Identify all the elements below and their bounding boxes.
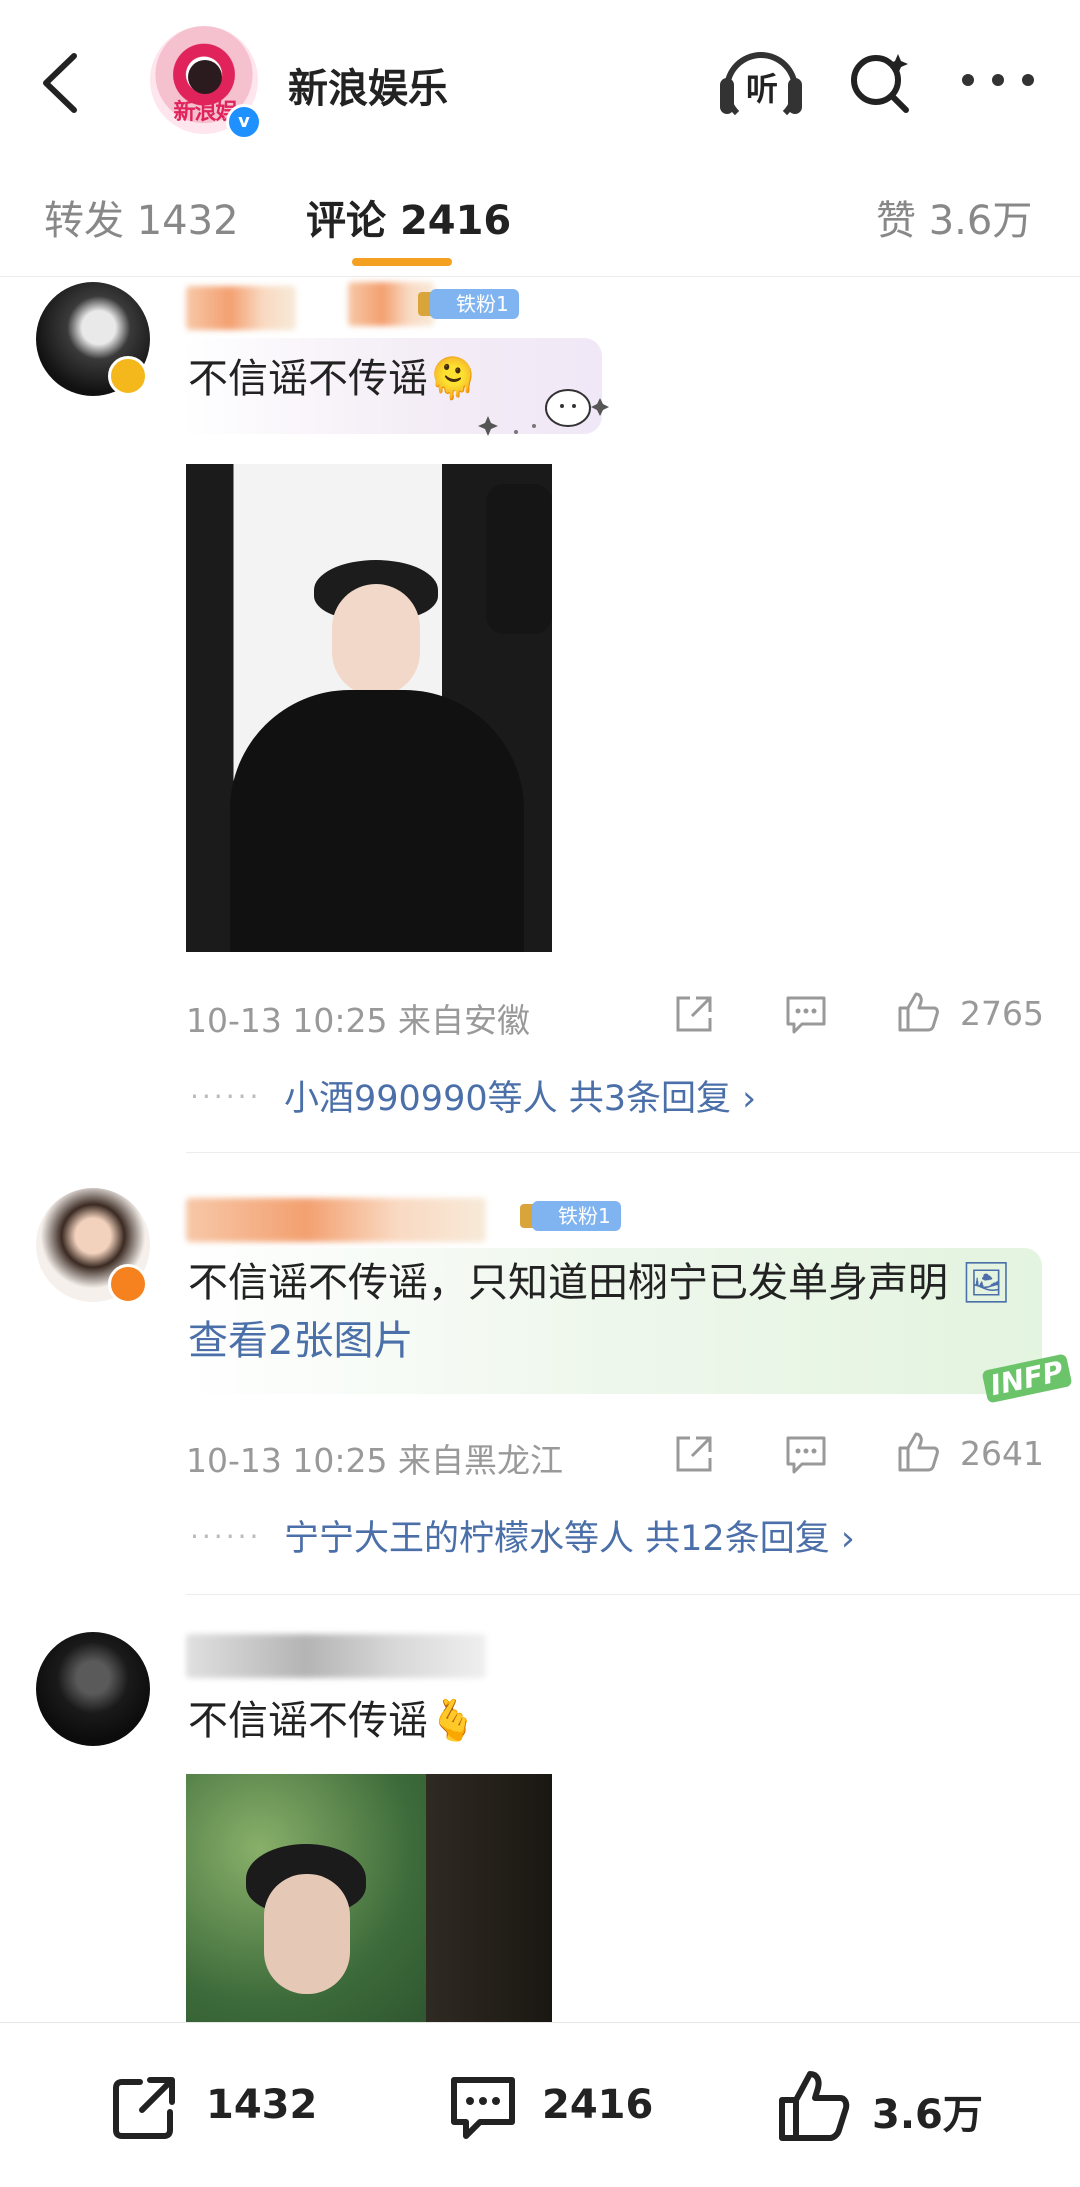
reply-count: 共3条回复 <box>568 1079 732 1119</box>
tab-repost-count: 1432 <box>136 198 239 244</box>
chevron-right-icon: › <box>742 1079 757 1119</box>
listen-label: 听 <box>745 70 778 108</box>
tab-comment-count: 2416 <box>399 198 512 244</box>
tree-trunk <box>426 1774 552 2022</box>
share-icon[interactable] <box>672 992 716 1036</box>
account-name[interactable]: 新浪娱乐 <box>288 56 448 114</box>
share-icon <box>113 2077 175 2139</box>
comment-icon[interactable] <box>784 992 828 1036</box>
chevron-right-icon: › <box>840 1519 855 1559</box>
camera-rig <box>486 484 552 634</box>
more-dot <box>1022 74 1034 86</box>
divider <box>186 1152 1080 1153</box>
avatar-eye <box>188 60 222 94</box>
person-face <box>332 584 420 696</box>
comment-text: 不信谣不传谣，只知道田栩宁已发单身声明 <box>188 1260 948 1306</box>
comment-count: 2416 <box>542 2082 654 2128</box>
tab-repost-label: 转发 <box>44 198 124 244</box>
comment-text: 不信谣不传谣🫰 <box>188 1698 478 1744</box>
tab-repost[interactable]: 转发 1432 <box>44 188 239 246</box>
view-images-label: 查看2张图片 <box>188 1318 414 1364</box>
repost-button[interactable]: 1432 <box>110 2072 330 2142</box>
comment-body: 不信谣不传谣，只知道田栩宁已发单身声明 🖼 查看2张图片 <box>188 1254 1018 1370</box>
comment-location: 来自安徽 <box>397 1001 530 1040</box>
back-icon[interactable] <box>38 50 84 116</box>
comment-time: 10-13 10:25 <box>186 1441 388 1480</box>
more-dot <box>992 74 1004 86</box>
like-count: 3.6万 <box>872 2092 983 2138</box>
like-count: 2765 <box>960 994 1044 1033</box>
verified-icon <box>108 356 148 396</box>
fan-badge[interactable]: 铁粉1 <box>532 1201 621 1231</box>
comment-location: 来自黑龙江 <box>397 1441 563 1480</box>
person-body <box>230 690 524 952</box>
comment-image[interactable] <box>186 464 552 952</box>
comment-button[interactable]: 2416 <box>446 2070 666 2144</box>
reply-dots: ······ <box>190 1080 262 1113</box>
repost-count: 1432 <box>206 2082 318 2128</box>
sparkle-sticker-icon <box>478 389 609 436</box>
like-icon <box>779 2071 850 2141</box>
headphones-right-icon <box>788 78 802 114</box>
more-dot <box>962 74 974 86</box>
username-redacted[interactable] <box>186 286 296 330</box>
username-redacted[interactable] <box>186 1198 486 1242</box>
username-redacted[interactable] <box>186 1634 486 1678</box>
share-icon[interactable] <box>672 1432 716 1476</box>
image-icon: 🖼 <box>960 1260 1012 1306</box>
search-icon[interactable] <box>848 50 912 114</box>
reply-count: 共12条回复 <box>645 1519 830 1559</box>
fan-badge[interactable]: 铁粉1 <box>430 289 519 319</box>
like-button[interactable]: 3.6万 <box>776 2068 996 2144</box>
tab-like[interactable]: 赞 3.6万 <box>876 188 1032 246</box>
tab-comment-label: 评论 <box>306 198 386 244</box>
more-icon[interactable] <box>960 74 1036 88</box>
active-tab-indicator <box>352 258 452 266</box>
like-icon[interactable] <box>896 1430 940 1474</box>
tab-like-count: 3.6万 <box>928 198 1033 244</box>
like-count: 2641 <box>960 1434 1044 1473</box>
listen-button[interactable]: 听 <box>718 48 804 126</box>
person-face <box>264 1874 350 1994</box>
tab-comment[interactable]: 评论 2416 <box>306 188 511 246</box>
comment-time: 10-13 10:25 <box>186 1001 388 1040</box>
reply-summary[interactable]: 小酒990990等人 共3条回复 › <box>284 1070 756 1121</box>
comment-icon[interactable] <box>784 1432 828 1476</box>
headphones-left-icon <box>720 78 734 114</box>
reply-participants: 宁宁大王的柠檬水等人 <box>284 1519 635 1559</box>
reply-dots: ······ <box>190 1520 262 1553</box>
comment-image[interactable] <box>186 1774 552 2022</box>
commenter-avatar[interactable] <box>36 1632 150 1746</box>
verified-icon: v <box>226 104 262 140</box>
reply-participants: 小酒990990等人 <box>284 1079 558 1119</box>
reply-summary[interactable]: 宁宁大王的柠檬水等人 共12条回复 › <box>284 1510 855 1561</box>
comment-text: 不信谣不传谣🫠 <box>188 356 478 402</box>
comment-meta: 10-13 10:25 来自安徽 <box>186 994 530 1042</box>
tab-like-label: 赞 <box>876 198 916 244</box>
comment-icon <box>451 2077 515 2139</box>
like-icon[interactable] <box>896 990 940 1034</box>
comment-meta: 10-13 10:25 来自黑龙江 <box>186 1434 563 1482</box>
divider <box>186 1594 1080 1595</box>
verified-icon <box>108 1264 148 1304</box>
